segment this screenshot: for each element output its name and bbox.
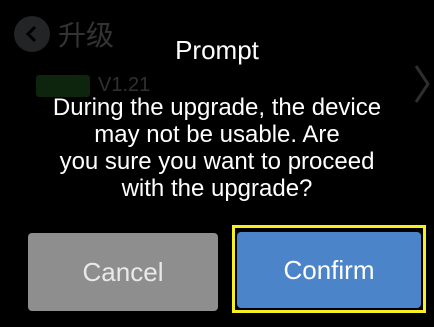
confirm-button[interactable]: Confirm [237, 232, 421, 308]
dialog-message-line: may not be usable. Are [94, 121, 340, 148]
cancel-button[interactable]: Cancel [28, 233, 218, 311]
dialog-message-line: you sure you want to proceed [59, 148, 375, 175]
upgrade-screen: 升级 V1.21 Prompt During the upgrade, the … [0, 0, 434, 327]
dialog-message-line: During the upgrade, the device [52, 94, 382, 121]
confirm-button-label: Confirm [283, 254, 375, 285]
cancel-button-label: Cancel [82, 256, 164, 287]
chevron-right-icon [414, 65, 430, 103]
dialog-title: Prompt [175, 35, 259, 65]
dialog-message: During the upgrade, the device may not b… [20, 94, 414, 202]
dialog-message-line: with the upgrade? [121, 175, 313, 202]
